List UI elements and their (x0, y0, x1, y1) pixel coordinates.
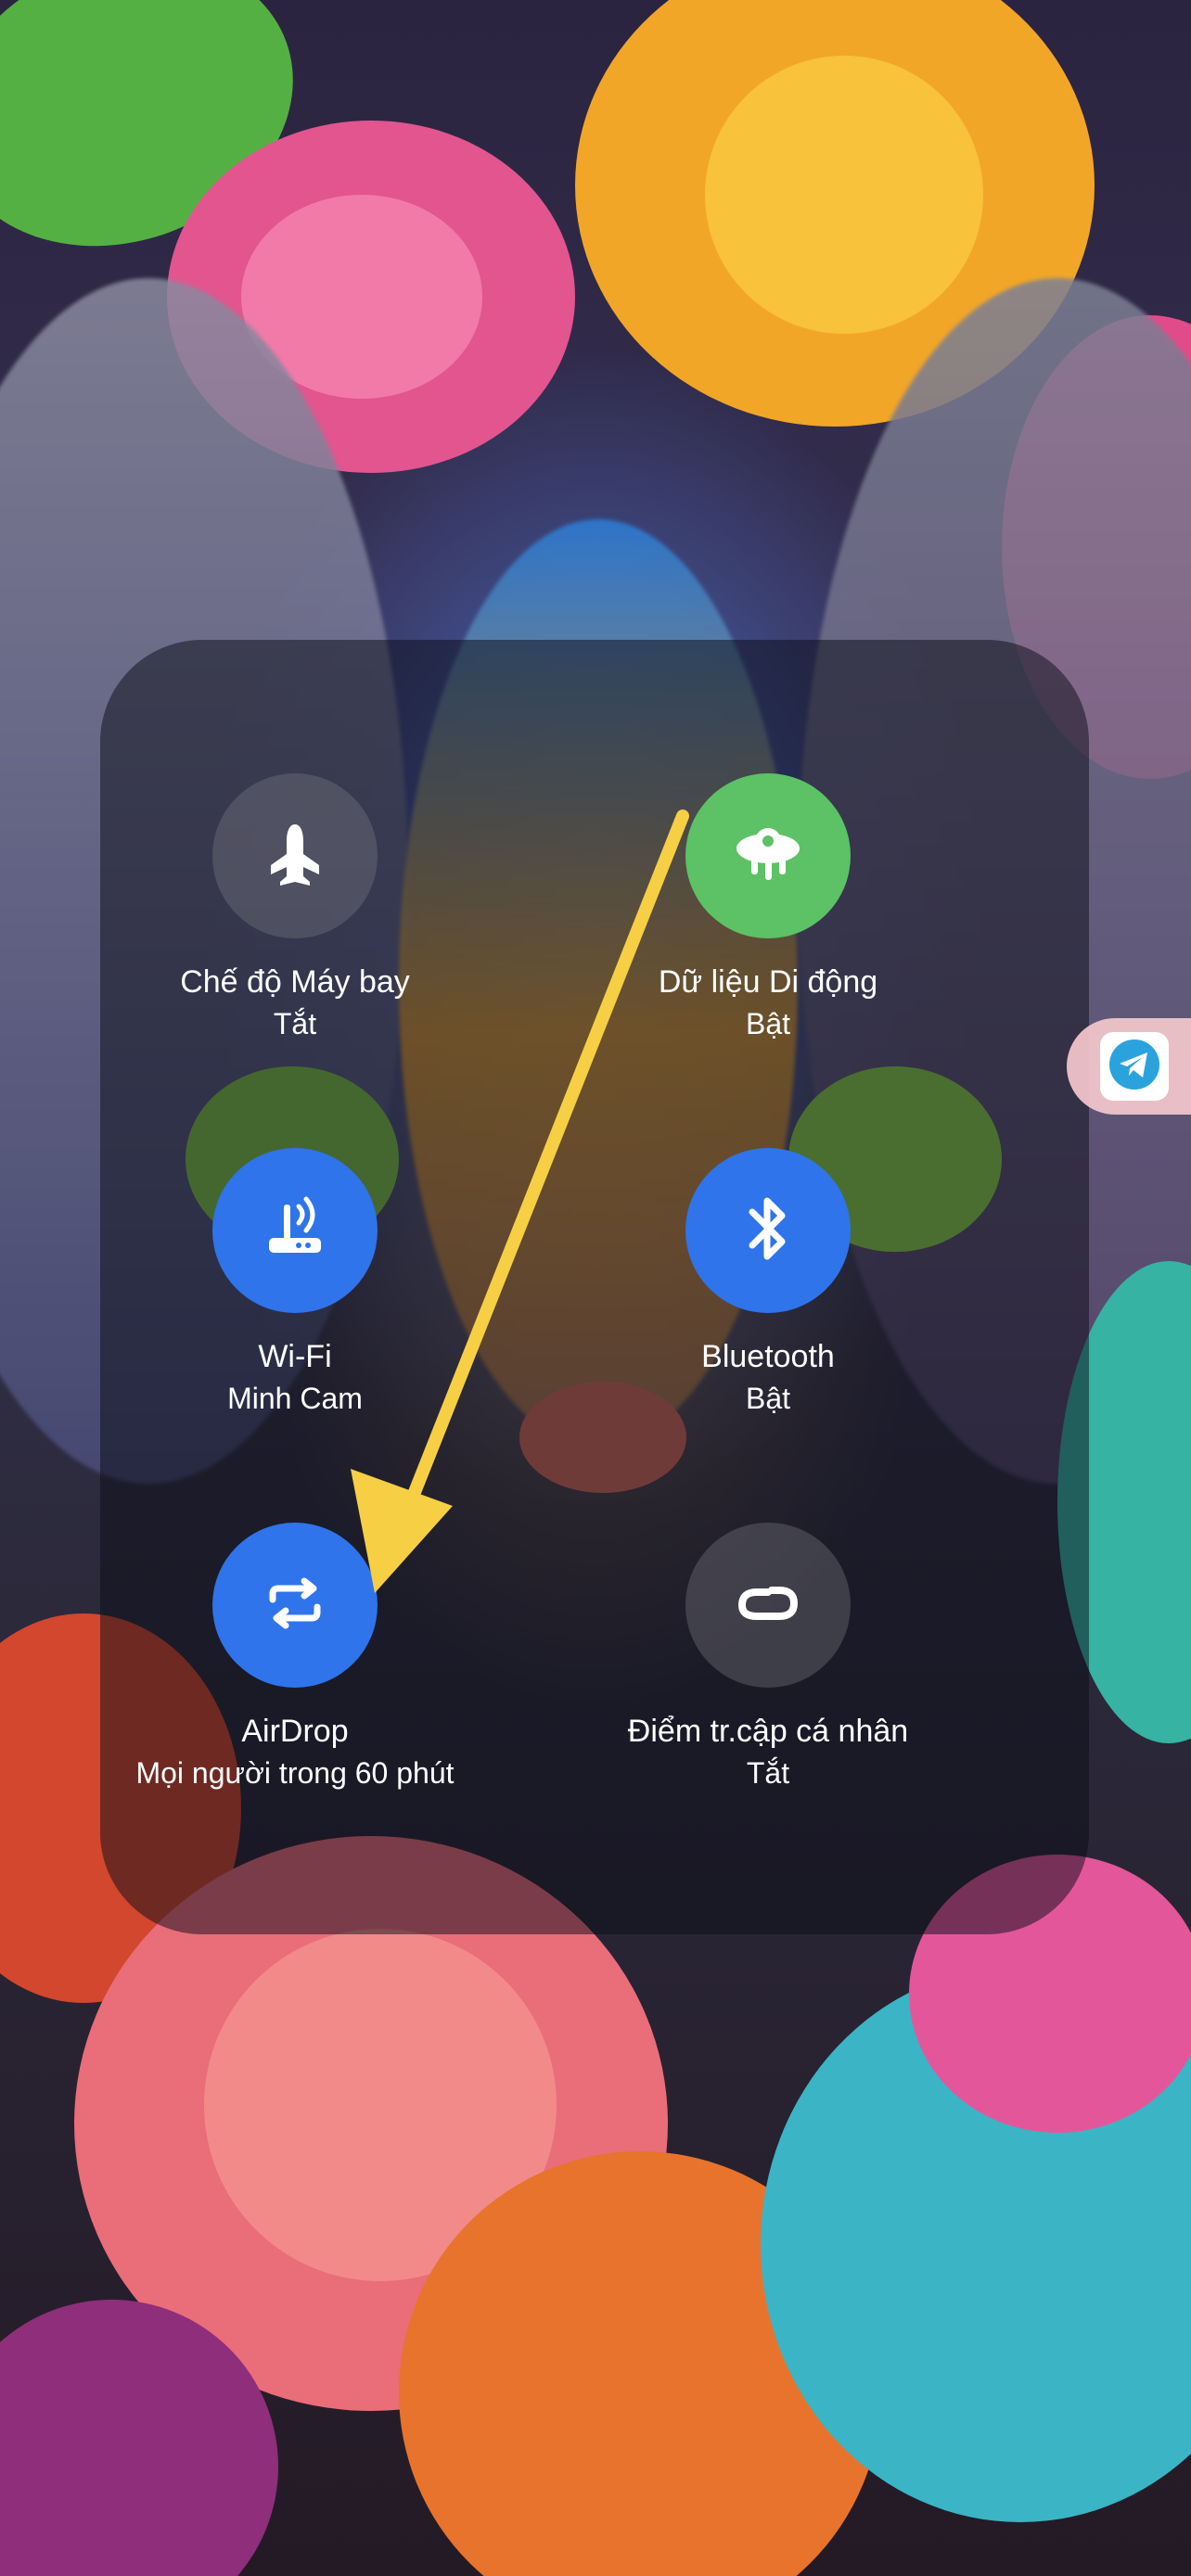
annotation-arrow-icon (351, 810, 689, 1593)
